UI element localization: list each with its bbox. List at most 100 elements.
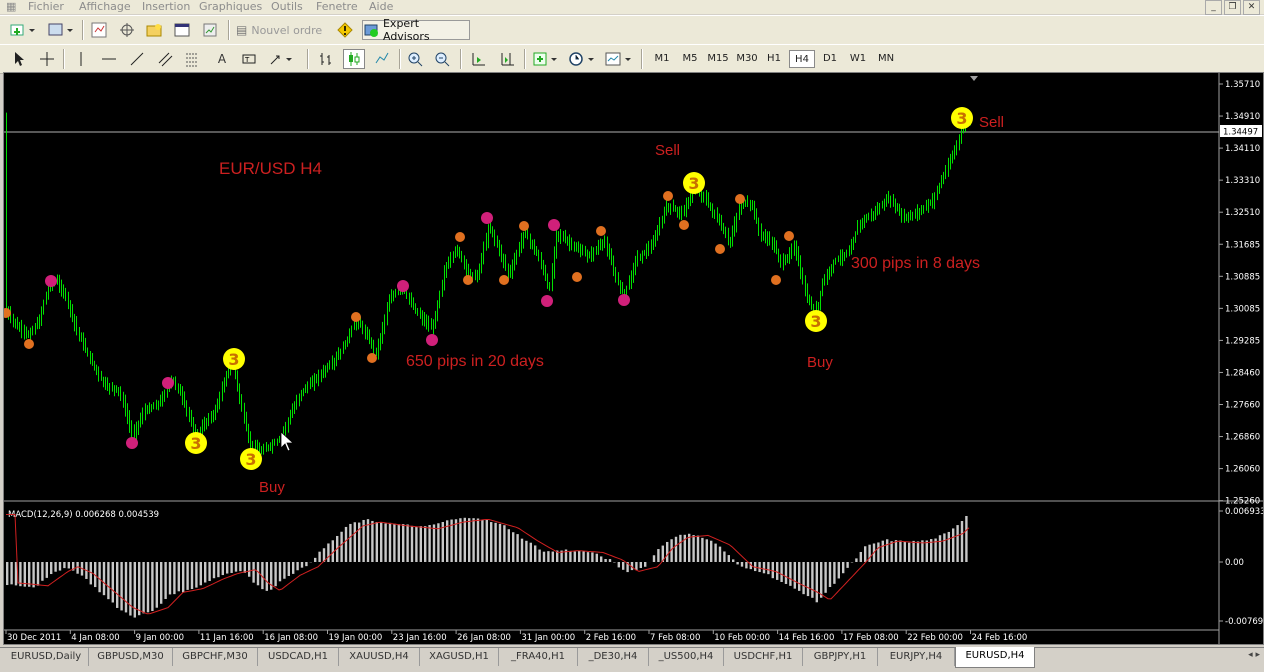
close-icon[interactable]: ✕: [1243, 0, 1260, 15]
menu-insert[interactable]: Insertion: [142, 0, 190, 13]
periods-icon[interactable]: [566, 49, 598, 69]
indicators-icon[interactable]: [531, 49, 561, 69]
tab-usdcad-h1[interactable]: USDCAD,H1: [258, 648, 339, 666]
menu-charts[interactable]: Graphiques: [199, 0, 262, 13]
cursor-icon[interactable]: [10, 49, 28, 69]
macd-bar: [608, 559, 612, 562]
macd-bar: [155, 562, 158, 608]
timeframe-d1[interactable]: D1: [818, 50, 842, 68]
profiles-icon[interactable]: [46, 20, 76, 40]
timeframe-m30[interactable]: M30: [733, 50, 761, 68]
macd-bar: [428, 525, 431, 562]
timeframe-m15[interactable]: M15: [704, 50, 732, 68]
text-icon[interactable]: A: [213, 49, 231, 69]
tab-gbpjpy-h1[interactable]: GBPJPY,H1: [803, 648, 878, 666]
tab-scroll-icon[interactable]: ◂ ▸: [1248, 650, 1260, 660]
navigator-icon[interactable]: [143, 20, 165, 40]
tab-gbpusd-m30[interactable]: GBPUSD,M30: [89, 648, 173, 666]
timeframe-m1[interactable]: M1: [650, 50, 674, 68]
macd-bar: [740, 562, 744, 567]
chart-window[interactable]: 1.35710 1.34910 1.34110 1.33310 1.32510 1.316…: [3, 72, 1264, 645]
app-icon[interactable]: ▦: [6, 0, 16, 13]
zoom-out-icon[interactable]: [432, 49, 452, 69]
crosshair-icon[interactable]: [38, 49, 56, 69]
macd-bar: [353, 522, 356, 562]
fibonacci-icon[interactable]: [183, 49, 201, 69]
tab-gbpchf-m30[interactable]: GBPCHF,M30: [173, 648, 258, 666]
menu-file[interactable]: Fichier: [28, 0, 64, 13]
zoom-in-icon[interactable]: [405, 49, 425, 69]
macd-bar: [789, 562, 792, 586]
menu-tools[interactable]: Outils: [271, 0, 303, 13]
macd-bar: [226, 562, 229, 574]
macd-bar: [890, 541, 893, 562]
timeframe-w1[interactable]: W1: [846, 50, 870, 68]
new-order-button[interactable]: ▤ Nouvel ordre: [236, 20, 328, 40]
new-order-icon: ▤: [236, 23, 248, 37]
tab-eurusd-daily[interactable]: EURUSD,Daily: [4, 648, 89, 666]
warning-icon[interactable]: [336, 20, 354, 40]
signal-3-icon: 3: [240, 448, 262, 470]
magenta-marker-icon: [481, 212, 493, 224]
channel-icon[interactable]: [156, 49, 174, 69]
macd-bar: [190, 562, 194, 590]
timeframe-h4[interactable]: H4: [789, 50, 815, 68]
label-icon[interactable]: T: [240, 49, 258, 69]
macd-bar: [415, 526, 418, 562]
macd-bar: [793, 562, 796, 589]
bar-chart-icon[interactable]: [316, 49, 336, 69]
tab-us500-h4[interactable]: _US500,H4: [649, 648, 724, 666]
terminal-icon[interactable]: [171, 20, 193, 40]
market-watch-icon[interactable]: [88, 20, 110, 40]
orange-marker-icon: [519, 221, 529, 231]
timeframe-mn[interactable]: MN: [873, 50, 899, 68]
price-chart[interactable]: 1.35710 1.34910 1.34110 1.33310 1.32510 1.316…: [4, 73, 1263, 644]
macd-bar: [784, 562, 788, 584]
menu-window[interactable]: Fenetre: [316, 0, 358, 13]
menu-view[interactable]: Affichage: [79, 0, 131, 13]
trendline-icon[interactable]: [128, 49, 146, 69]
timeframe-h1[interactable]: H1: [762, 50, 786, 68]
tab-xauusd-h4[interactable]: XAUUSD,H4: [339, 648, 420, 666]
signal-number: 3: [245, 450, 256, 469]
tab-eurusd-h4[interactable]: EURUSD,H4: [955, 647, 1035, 668]
magenta-marker-icon: [618, 294, 630, 306]
macd-bar: [327, 543, 330, 562]
auto-scroll-icon[interactable]: [468, 49, 488, 69]
macd-bar: [815, 562, 818, 603]
menu-help[interactable]: Aide: [369, 0, 393, 13]
macd-bar: [960, 521, 964, 562]
tester-icon[interactable]: [199, 20, 221, 40]
timeframe-m5[interactable]: M5: [678, 50, 702, 68]
macd-bar: [424, 526, 427, 562]
vertical-line-icon[interactable]: [72, 49, 90, 69]
tab-fra40-h1[interactable]: _FRA40,H1: [499, 648, 578, 666]
line-chart-icon[interactable]: [372, 49, 392, 69]
tab-de30-h4[interactable]: _DE30,H4: [578, 648, 649, 666]
macd-bar: [802, 562, 805, 595]
macd-bar: [736, 562, 739, 565]
crosshair-nav-icon[interactable]: [116, 20, 138, 40]
macd-bar: [58, 562, 62, 571]
macd-bar: [142, 562, 145, 614]
macd-bar: [98, 562, 101, 593]
macd-bar: [758, 562, 761, 573]
candlestick-icon[interactable]: [343, 49, 365, 69]
tab-usdchf-h1[interactable]: USDCHF,H1: [724, 648, 803, 666]
macd-bar: [696, 535, 700, 562]
new-chart-icon[interactable]: [8, 20, 38, 40]
restore-icon[interactable]: ❐: [1224, 0, 1241, 15]
macd-bar: [767, 562, 770, 575]
macd-bar: [10, 562, 13, 585]
tab-eurjpy-h4[interactable]: EURJPY,H4: [878, 648, 955, 666]
macd-bar: [925, 540, 928, 562]
arrows-icon[interactable]: [266, 49, 296, 69]
macd-bar: [494, 522, 497, 562]
minimize-icon[interactable]: _: [1205, 0, 1222, 15]
chart-shift-icon[interactable]: [496, 49, 518, 69]
templates-icon[interactable]: [603, 49, 635, 69]
horizontal-line-icon[interactable]: [100, 49, 118, 69]
macd-bar: [947, 531, 950, 562]
tab-xagusd-h1[interactable]: XAGUSD,H1: [420, 648, 499, 666]
expert-advisors-button[interactable]: Expert Advisors: [362, 17, 470, 43]
